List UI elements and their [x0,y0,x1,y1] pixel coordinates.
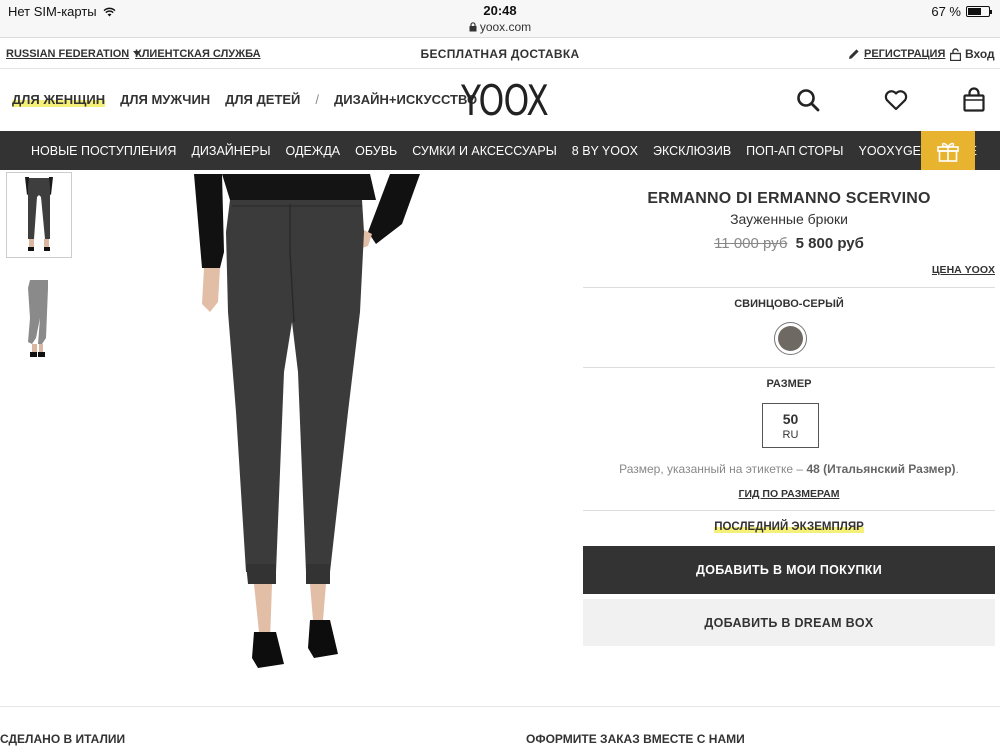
size-note-italian: 48 (Итальянский Размер) [806,462,956,476]
size-value: 50 [782,411,799,427]
category-design-art[interactable]: ДИЗАЙН+ИСКУССТВО [334,92,477,107]
register-label: РЕГИСТРАЦИЯ [864,48,946,60]
yoox-price-link[interactable]: ЦЕНА YOOX [932,264,995,276]
add-to-cart-button[interactable]: ДОБАВИТЬ В МОИ ПОКУПКИ [583,546,995,594]
pants-side-thumbnail-image [6,278,70,362]
product-main-image[interactable] [180,172,440,682]
price-block: 11 000 руб 5 800 руб [583,235,995,252]
main-header: ДЛЯ ЖЕНЩИН ДЛЯ МУЖЧИН ДЛЯ ДЕТЕЙ / ДИЗАЙН… [0,70,1000,130]
size-guide-link[interactable]: ГИД ПО РАЗМЕРАМ [583,488,995,500]
menu-clothing[interactable]: ОДЕЖДА [278,144,348,158]
shopping-bag-icon[interactable] [961,87,987,113]
size-note-text: Размер, указанный на этикетке – [619,462,804,476]
utility-bar: RUSSIAN FEDERATION КЛИЕНТСКАЯ СЛУЖБА БЕС… [0,39,1000,69]
thumbnail-side[interactable] [6,278,72,362]
menu-8-by-yoox[interactable]: 8 BY YOOX [564,144,645,158]
heart-icon[interactable] [883,87,909,113]
category-kids[interactable]: ДЛЯ ДЕТЕЙ [225,92,300,107]
color-swatch-fill [778,326,803,351]
add-to-dreambox-button[interactable]: ДОБАВИТЬ В DREAM BOX [583,599,995,646]
last-item-text: ПОСЛЕДНИЙ ЭКЗЕМПЛЯР [714,521,864,533]
menu-designers[interactable]: ДИЗАЙНЕРЫ [184,144,278,158]
address-bar[interactable]: yoox.com [0,20,1000,34]
menu-exclusive[interactable]: ЭКСКЛЮЗИВ [646,144,739,158]
divider [583,367,995,368]
url-text: yoox.com [479,20,532,34]
category-women[interactable]: ДЛЯ ЖЕНЩИН [12,92,106,107]
main-menu: НОВЫЕ ПОСТУПЛЕНИЯ ДИЗАЙНЕРЫ ОДЕЖДА ОБУВЬ… [0,131,1000,170]
product-brand[interactable]: ERMANNO DI ERMANNO SCERVINO [583,190,995,208]
login-label: Вход [965,47,995,61]
thumbnail-front[interactable] [6,172,72,258]
divider [583,287,995,288]
category-men[interactable]: ДЛЯ МУЖЧИН [120,92,210,107]
gift-button[interactable] [921,131,975,170]
divider [583,510,995,511]
battery-level [968,8,982,15]
lock-icon [469,22,477,32]
register-link[interactable]: РЕГИСТРАЦИЯ [848,48,945,60]
size-unit: RU [782,429,799,441]
pants-front-thumbnail-image [7,173,71,257]
menu-shoes[interactable]: ОБУВЬ [348,144,405,158]
clock: 20:48 [483,3,517,18]
size-option[interactable]: 50 RU [762,403,819,448]
product-name: Зауженные брюки [730,211,848,227]
menu-new-arrivals[interactable]: НОВЫЕ ПОСТУПЛЕНИЯ [0,144,184,158]
battery-icon [966,6,992,17]
login-link[interactable]: Вход [950,47,995,61]
footer-divider [0,706,1000,707]
menu-popup-stores[interactable]: ПОП-АП СТОРЫ [739,144,851,158]
made-in-italy-heading: СДЕЛАНО В ИТАЛИИ [0,732,126,746]
padlock-icon [950,47,961,61]
category-nav: ДЛЯ ЖЕНЩИН ДЛЯ МУЖЧИН ДЛЯ ДЕТЕЙ / ДИЗАЙН… [12,92,477,107]
yoox-logo[interactable]: YOOX [461,76,549,125]
size-note-period: . [955,462,959,476]
category-separator: / [315,92,320,107]
last-item-notice: ПОСЛЕДНИЙ ЭКЗЕМПЛЯР [583,521,995,533]
battery-percent: 67 % [931,4,961,19]
current-price: 5 800 руб [795,235,864,252]
pencil-icon [849,49,859,59]
order-together-heading: ОФОРМИТЕ ЗАКАЗ ВМЕСТЕ С НАМИ [526,732,745,746]
size-note: Размер, указанный на этикетке – 48 (Итал… [583,462,995,476]
gift-icon [937,142,959,162]
old-price: 11 000 руб [714,235,788,252]
menu-bags-accessories[interactable]: СУМКИ И АКСЕССУАРЫ [405,144,565,158]
size-label: РАЗМЕР [766,378,812,390]
color-label: СВИНЦОВО-СЕРЫЙ [734,298,844,310]
color-swatch[interactable] [774,322,807,355]
search-icon[interactable] [795,87,821,113]
ios-status-bar: Нет SIM-карты 20:48 yoox.com 67 % [0,0,1000,38]
